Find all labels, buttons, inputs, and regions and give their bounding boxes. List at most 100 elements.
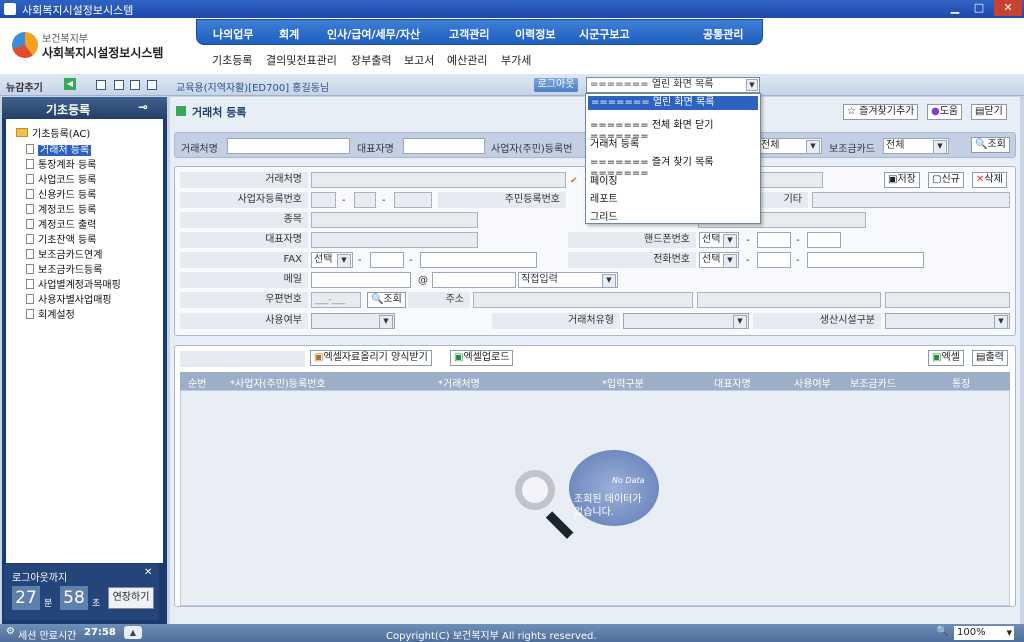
fax-last-input[interactable] [420,252,537,268]
layout-split-h-icon[interactable] [114,80,124,90]
sidebar-item-biz-account-map[interactable]: 사업별계정과목매핑 [26,276,121,291]
search-card-select[interactable]: 전체 [883,138,949,154]
excel-upload-button[interactable]: ▣엑셀업로드 [450,350,514,366]
close-page-button[interactable]: ▤닫기 [971,104,1007,120]
layout-single-icon[interactable] [96,80,106,90]
layout-window-icon[interactable] [147,80,157,90]
form-type-input[interactable] [311,212,478,228]
fax-prefix-select[interactable]: 선택 [311,252,353,268]
help-button[interactable]: ●도움 [927,104,963,120]
search-name-input[interactable] [227,138,350,154]
dash: - [409,255,413,266]
sidebar-item-card-register[interactable]: 보조금카드등록 [26,261,102,276]
subnav-reports[interactable]: 보고서 [404,52,434,68]
sidebar-item-biz-code[interactable]: 사업코드 등록 [26,171,96,186]
addr-input-3[interactable] [885,292,1010,308]
mail-id-input[interactable] [311,272,411,288]
col-input-type[interactable]: *입력구분 [602,375,644,390]
facility-select[interactable] [885,313,1010,329]
vendor-type-select[interactable] [623,313,749,329]
mail-domain-input[interactable] [432,272,516,288]
close-icon[interactable]: ✕ [144,567,152,578]
new-button[interactable]: ▢신규 [928,172,964,188]
sidebar-item-card-link[interactable]: 보조금카드연계 [26,246,102,261]
phone-prefix-select[interactable]: 선택 [699,252,739,268]
search-rep-input[interactable] [403,138,485,154]
col-vendor-name[interactable]: *거래처명 [438,375,480,390]
zip-search-button[interactable]: 🔍조회 [367,292,406,308]
form-name-input[interactable] [311,172,566,188]
col-rep[interactable]: 대표자명 [714,375,751,390]
phone-last-input[interactable] [807,252,924,268]
maximize-icon[interactable]: □ [968,0,990,16]
fax-mid-input[interactable] [370,252,404,268]
chevron-up-icon[interactable]: ▲ [124,626,142,639]
nav-customer[interactable]: 고객관리 [449,26,489,42]
sidebar-item-opening-balance[interactable]: 기초잔액 등록 [26,231,96,246]
dropdown-item-paging[interactable]: 페이징 [590,172,618,187]
zoom-select[interactable]: 100% ▼ [954,626,1014,640]
dropdown-item-report[interactable]: 레포트 [590,190,618,205]
dropdown-item-vendor[interactable]: 거래처 등록 [590,135,639,150]
collapse-icon[interactable]: ◀ [64,78,76,90]
save-button[interactable]: ▣저장 [884,172,920,188]
logout-button[interactable]: 로그아웃 [534,78,578,92]
nav-accounting[interactable]: 회계 [279,26,299,42]
nav-hr[interactable]: 인사/급여/세무/자산 [327,26,420,42]
tree-root[interactable]: 기초등록(AC) [16,125,90,140]
nav-my-work[interactable]: 나의업무 [213,26,253,42]
excel-export-button[interactable]: ▣엑셀 [928,350,964,366]
zoom-icon[interactable]: 🔍 [936,626,948,637]
sidebar-item-account[interactable]: 통장계좌 등록 [26,156,96,171]
mobile-last-input[interactable] [807,232,841,248]
dropdown-item-grid[interactable]: 그리드 [590,208,618,223]
search-button[interactable]: 🔍조회 [971,137,1010,153]
subnav-budget[interactable]: 예산관리 [447,52,487,68]
bizno-part1-input[interactable] [311,192,336,208]
search-type-select[interactable]: 전체 [758,138,822,154]
minimize-icon[interactable]: ▁ [944,0,966,16]
zip-input[interactable]: ___-___ [311,292,361,308]
bizno-part3-input[interactable] [394,192,432,208]
sidebar-item-vendor[interactable]: 거래처 등록 [26,141,92,156]
sidebar-item-user-biz-map[interactable]: 사용자별사업매핑 [26,291,112,306]
subnav-voucher[interactable]: 결의및전표관리 [266,52,337,68]
dropdown-item-open-list[interactable]: ======= 열린 화면 목록 ======= [588,96,758,122]
delete-button[interactable]: ✕삭제 [972,172,1007,188]
subnav-ledger[interactable]: 장부출력 [351,52,391,68]
mobile-prefix-select[interactable]: 선택 [699,232,739,248]
nav-common[interactable]: 공통관리 [703,26,743,42]
mobile-mid-input[interactable] [757,232,791,248]
col-card[interactable]: 보조금카드 [850,375,896,390]
layout-split-v-icon[interactable] [130,80,140,90]
news-toggle[interactable]: 뉴감추기 [6,79,43,94]
form-rep-input[interactable] [311,232,478,248]
nav-report[interactable]: 시군구보고 [579,26,630,42]
addr-input-2[interactable] [697,292,881,308]
col-bank[interactable]: 통장 [952,375,970,390]
mail-domain-select[interactable]: 직접입력 [518,272,618,288]
phone-mid-input[interactable] [757,252,791,268]
sidebar-item-account-print[interactable]: 계정코드 출력 [26,216,96,231]
nav-history[interactable]: 이력정보 [515,26,555,42]
col-use[interactable]: 사용여부 [794,375,831,390]
form-etc-input[interactable] [812,192,1010,208]
extend-session-button[interactable]: 연장하기 [108,587,154,609]
bizno-part2-input[interactable] [354,192,376,208]
gear-icon[interactable]: ⚙ [6,626,15,637]
subnav-vat[interactable]: 부가세 [501,52,531,68]
print-button[interactable]: ▤출력 [972,350,1008,366]
sidebar-item-accounting-settings[interactable]: 회계설정 [26,306,75,321]
sidebar-item-account-code[interactable]: 계정코드 등록 [26,201,96,216]
use-select[interactable] [311,313,395,329]
col-seq[interactable]: 순번 [188,375,206,390]
pin-icon[interactable]: ⊸ [138,100,148,114]
subnav-basic[interactable]: 기초등록 [212,52,252,68]
col-bizno[interactable]: *사업자(주민)등록번호 [230,375,326,390]
excel-template-button[interactable]: ▣엑셀자료올리기 양식받기 [310,350,432,366]
sidebar-item-credit-card[interactable]: 신용카드 등록 [26,186,96,201]
addr-input-1[interactable] [473,292,693,308]
favorite-add-button[interactable]: ☆ 즐겨찾기추가 [843,104,919,120]
open-screens-select[interactable]: ======= 열린 화면 목록 =======▼ [586,77,760,104]
close-icon[interactable]: ✕ [994,0,1022,16]
